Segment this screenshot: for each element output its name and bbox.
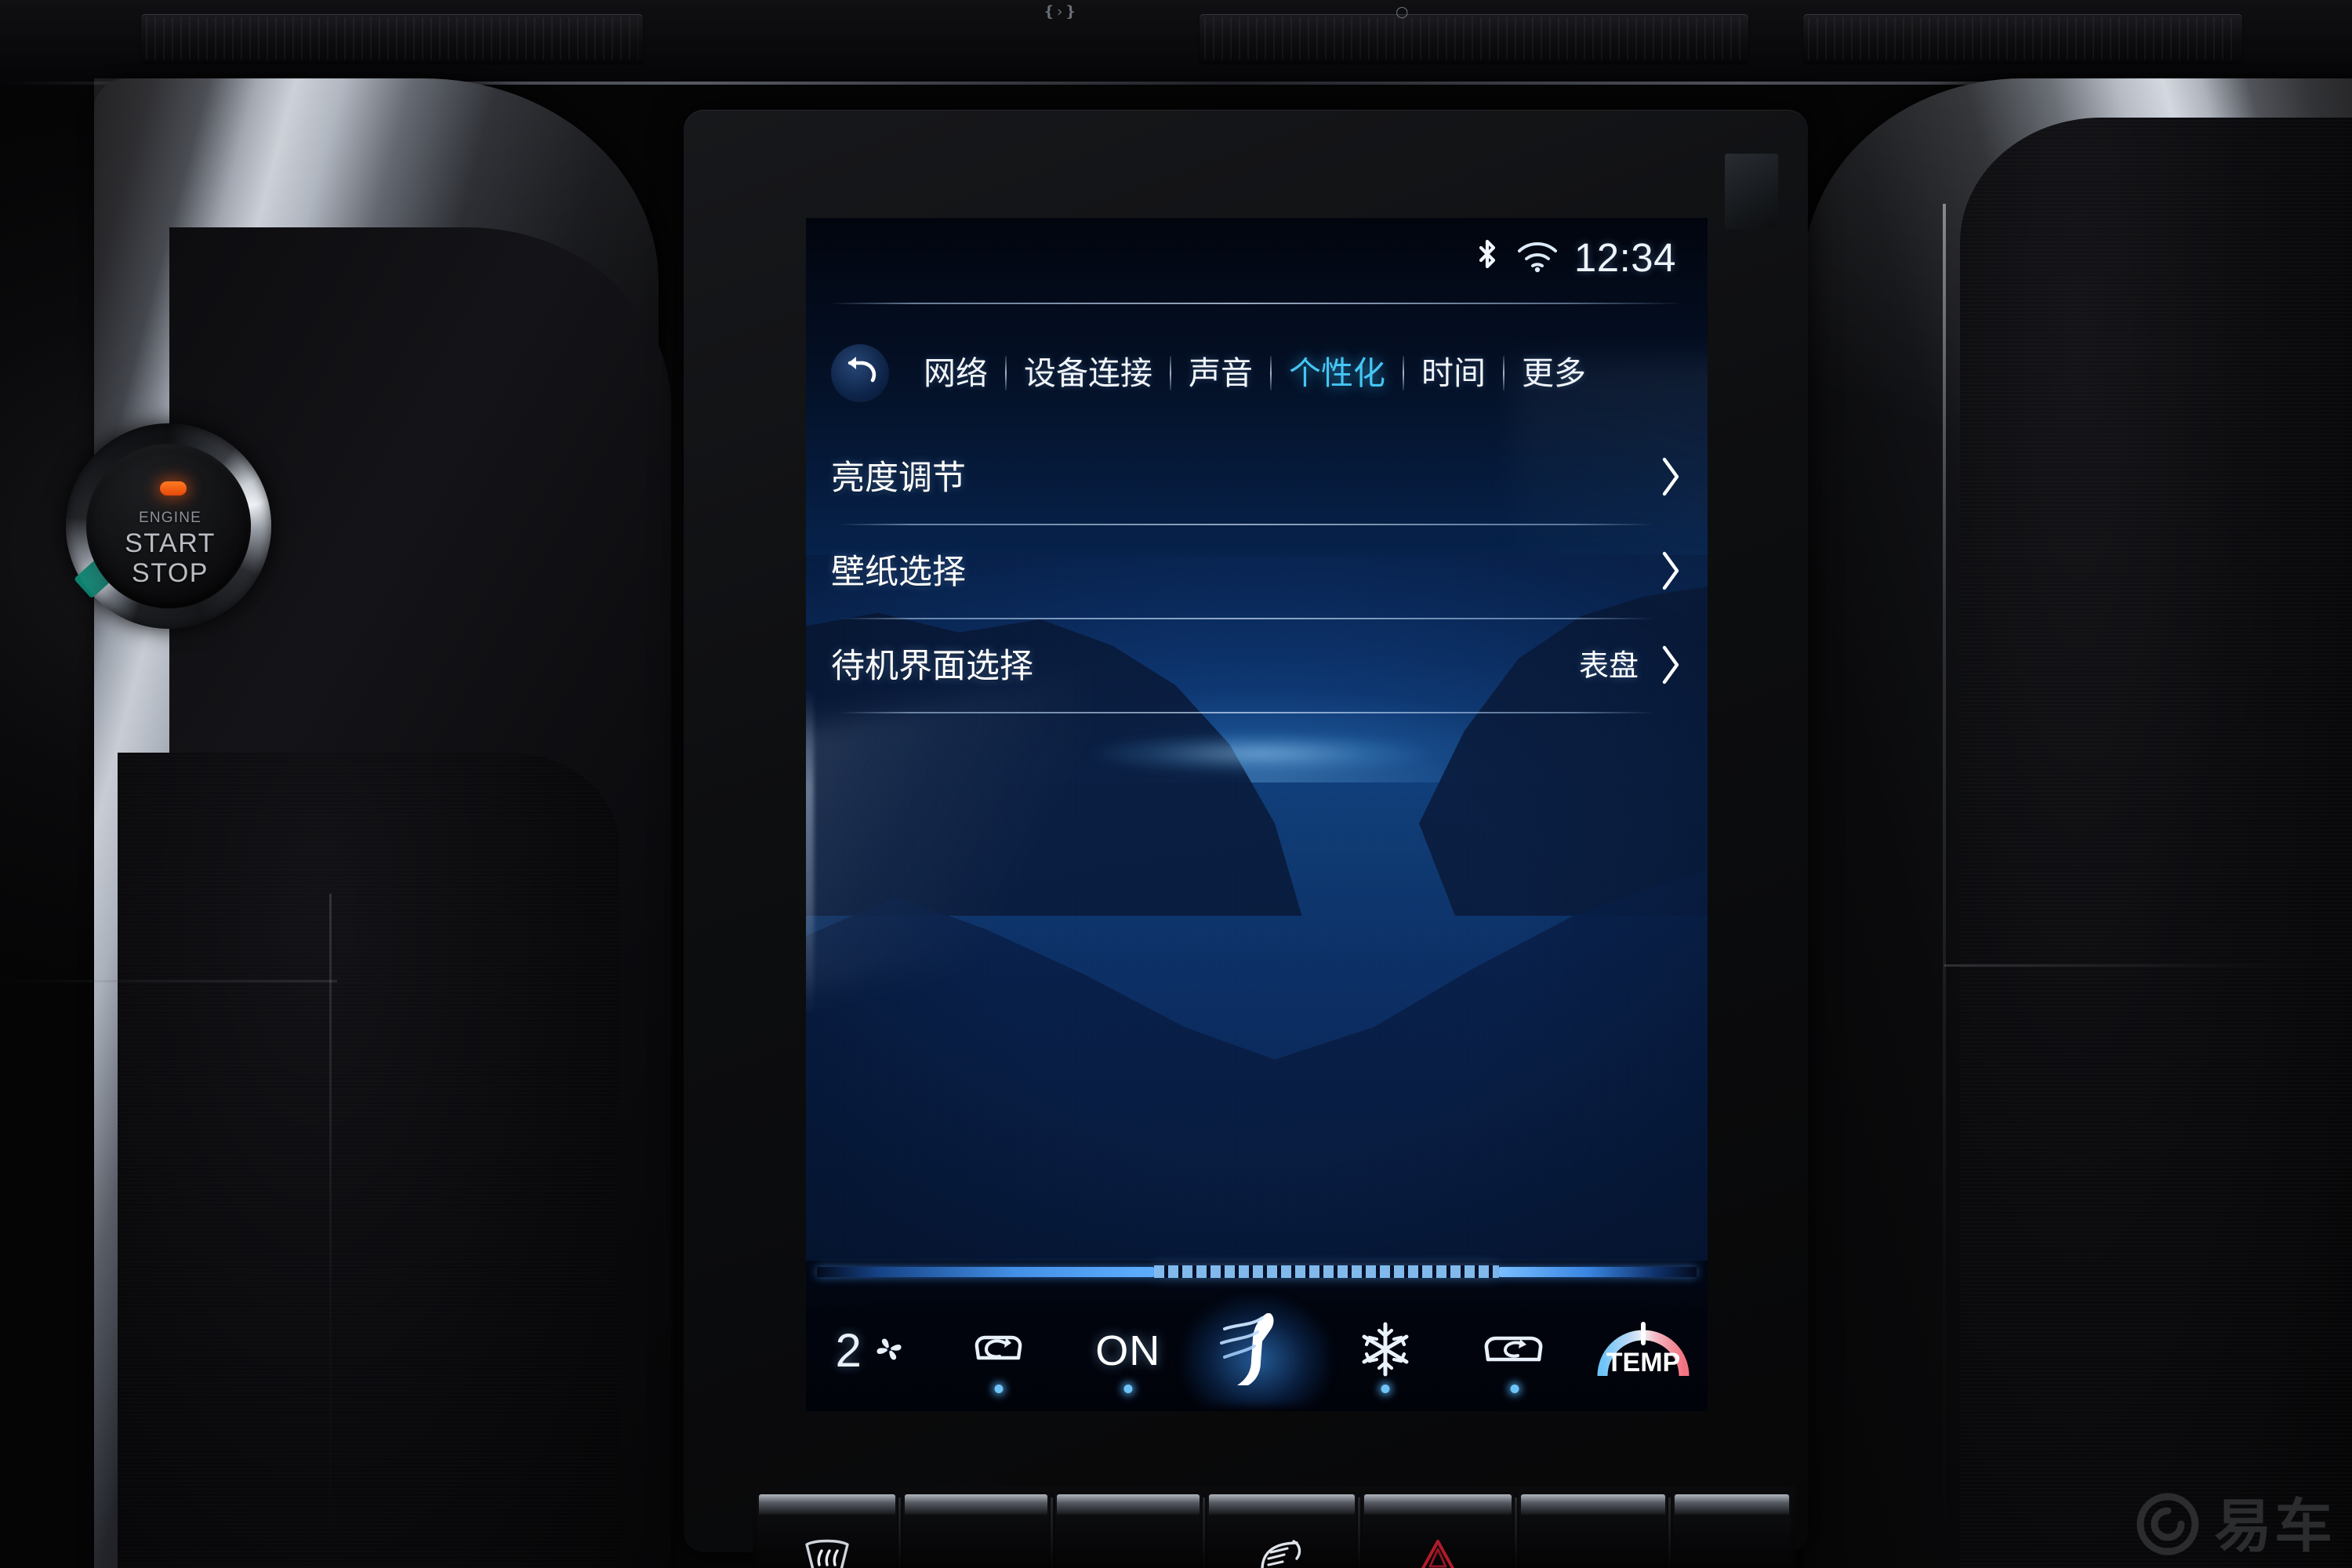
physical-button-front-defrost[interactable] — [757, 1494, 897, 1568]
temp-gauge-icon: TEMP — [1592, 1308, 1695, 1394]
tab-network[interactable]: 网络 — [906, 357, 1005, 390]
right-panel-divider — [1944, 964, 2352, 967]
climate-rear-defrost[interactable] — [1450, 1296, 1578, 1406]
snowflake-icon — [1357, 1319, 1414, 1383]
climate-airflow-direction[interactable] — [1181, 1296, 1331, 1406]
rear-defrost-car-icon — [1475, 1323, 1554, 1379]
tab-device-connect[interactable]: 设备连接 — [1007, 357, 1170, 390]
windshield-defrost-icon — [802, 1538, 852, 1568]
button-gap — [1203, 1497, 1205, 1568]
climate-control-bar: 2 ON TEMP — [806, 1261, 1708, 1411]
left-speaker-grille — [118, 753, 619, 1568]
back-button[interactable] — [831, 344, 889, 402]
fan-speed-value: 2 — [835, 1324, 862, 1377]
fan-speed-group: 2 — [835, 1327, 905, 1374]
climate-button-row: 2 ON TEMP — [806, 1292, 1708, 1410]
accent-bar-dashed-segment — [1154, 1265, 1499, 1278]
physical-button-rear-defrost[interactable] — [1207, 1494, 1356, 1568]
climate-fan-speed[interactable]: 2 — [806, 1296, 935, 1406]
tab-sound[interactable]: 声音 — [1171, 357, 1270, 390]
dash-marking-icon: ❴›❵ — [1043, 3, 1079, 20]
svg-text:TEMP: TEMP — [1606, 1348, 1680, 1377]
hazard-triangle-icon — [1418, 1538, 1457, 1568]
climate-ac-cooling[interactable] — [1321, 1296, 1450, 1406]
climate-temperature-gauge[interactable]: TEMP — [1579, 1296, 1708, 1406]
dash-marking-icon-2: ○ — [1396, 3, 1410, 20]
start-stop-led-indicator — [160, 481, 187, 495]
back-arrow-icon — [841, 354, 879, 393]
watermark-text: 易车 — [2214, 1492, 2335, 1560]
fan-blade-icon — [873, 1333, 906, 1370]
ac-power-label: ON — [1095, 1327, 1161, 1374]
settings-row-label: 壁纸选择 — [831, 553, 966, 591]
tab-time[interactable]: 时间 — [1404, 357, 1503, 390]
button-gap — [1668, 1497, 1671, 1568]
accent-bar-left-segment — [817, 1266, 1154, 1277]
physical-button-blank-4[interactable] — [1673, 1494, 1791, 1568]
climate-accent-bar — [817, 1265, 1697, 1278]
left-panel-seam — [329, 894, 332, 1568]
climate-air-recirculation[interactable] — [935, 1296, 1063, 1406]
left-panel-divider — [0, 980, 337, 982]
physical-button-hazard-lights[interactable] — [1363, 1494, 1513, 1568]
settings-row-label: 待机界面选择 — [831, 647, 1033, 685]
status-bar: 12:34 — [1474, 235, 1676, 279]
button-gap — [1051, 1497, 1053, 1568]
yiche-circle-logo-icon — [2134, 1490, 2201, 1562]
infotainment-display[interactable]: 12:34 网络 设备连接 声音 个性化 时间 亮度调节 壁纸选择 待机界面选择… — [806, 218, 1708, 1411]
physical-button-blank-2[interactable] — [1055, 1494, 1201, 1568]
accent-bar-right-segment — [1499, 1266, 1697, 1277]
bezel-reflection-notch — [1725, 154, 1778, 229]
physical-button-blank-1[interactable] — [903, 1494, 1049, 1568]
screen-glare-right — [1512, 359, 1708, 720]
status-bar-divider — [829, 303, 1684, 304]
status-indicator-dot — [1381, 1385, 1390, 1393]
physical-button-blank-3[interactable] — [1519, 1494, 1667, 1568]
bluetooth-icon — [1474, 238, 1501, 276]
button-gap — [1358, 1497, 1360, 1568]
right-panel-seam — [1943, 204, 1946, 1568]
settings-row-label: 亮度调节 — [831, 459, 966, 497]
screenshot-root: ❴›❵ ○ ENGINE START STOP 12:34 网络 设备连接 声音… — [0, 0, 2352, 1568]
dash-vent-center — [1200, 14, 1748, 63]
button-gap — [1515, 1497, 1517, 1568]
tab-personalization[interactable]: 个性化 — [1272, 357, 1403, 390]
start-stop-stop-label: STOP — [132, 558, 209, 588]
status-indicator-dot — [1123, 1385, 1133, 1393]
start-stop-engine-label: ENGINE — [138, 510, 202, 526]
status-bar-clock: 12:34 — [1573, 234, 1676, 280]
start-stop-start-label: START — [125, 528, 216, 558]
button-gap — [898, 1497, 901, 1568]
wifi-icon — [1516, 241, 1559, 274]
physical-button-panel — [753, 1486, 1795, 1568]
seat-airflow-icon — [1214, 1305, 1300, 1397]
dash-vent-right — [1803, 14, 2242, 63]
recirculation-icon — [961, 1323, 1036, 1379]
screen-edge-glare — [806, 688, 814, 1018]
dash-vent-left — [141, 14, 643, 63]
status-indicator-dot — [994, 1385, 1004, 1393]
engine-start-stop-button[interactable]: ENGINE START STOP — [49, 419, 312, 635]
status-indicator-dot — [1510, 1385, 1519, 1393]
climate-ac-power[interactable]: ON — [1064, 1296, 1192, 1406]
rear-window-defrost-icon — [1256, 1538, 1308, 1568]
right-speaker-grille — [1960, 118, 2352, 1568]
watermark: 易车 — [2134, 1490, 2335, 1562]
